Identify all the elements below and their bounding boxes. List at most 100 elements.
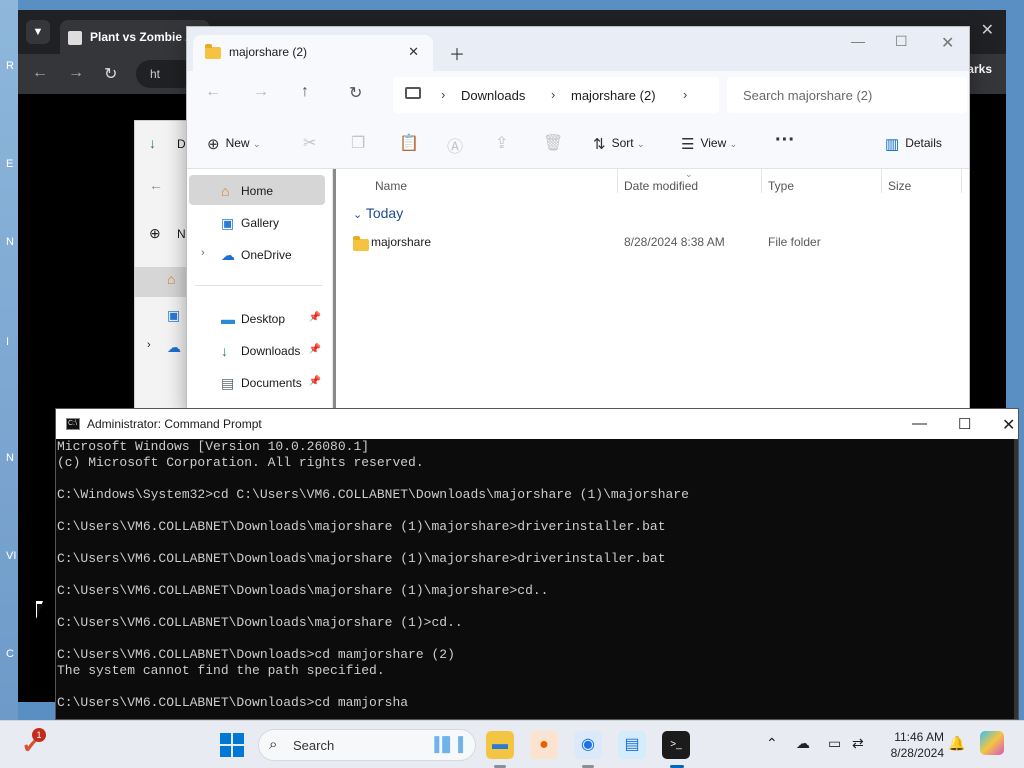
terminal-app-icon[interactable]: >_ [662,731,690,759]
chevron-right-icon[interactable]: › [201,247,205,259]
back-arrow-icon[interactable]: ← [32,64,48,82]
more-options-icon[interactable]: ··· [775,129,795,152]
copy-icon[interactable]: ❐ [351,133,365,153]
tab-label[interactable]: D [177,137,186,151]
chevron-right-icon[interactable]: › [147,339,151,351]
back-arrow-icon[interactable]: ← [205,83,221,101]
chevron-down-icon: ⌄ [353,209,363,221]
explorer-tab[interactable]: majorshare (2) ✕ [193,35,433,71]
sidebar-item-gallery[interactable]: ▣ Gallery [189,207,325,237]
desktop-icon-label[interactable]: I [6,336,9,348]
chevron-right-icon[interactable]: › [683,87,687,102]
desktop-icon-label[interactable]: VI [6,550,16,562]
search-icon: ⌕ [269,736,278,753]
search-input[interactable]: Search majorshare (2) [727,77,967,113]
rename-icon[interactable]: Ⓐ [447,133,463,157]
maximize-icon[interactable]: ☐ [958,415,971,433]
back-arrow-icon[interactable]: ← [149,177,163,193]
sidebar-item-label: OneDrive [241,248,292,262]
close-icon[interactable]: ✕ [1002,415,1015,435]
desktop-icon-label[interactable]: N [6,236,14,248]
desktop-icon: ▬ [221,311,235,327]
desktop-background [0,0,18,720]
console-line: (c) Microsoft Corporation. All rights re… [57,455,424,470]
add-icon: ⊕ [207,136,220,153]
firefox-app-icon[interactable]: ● [530,731,558,759]
tab-search-button[interactable]: ▼ [26,20,50,44]
minimize-icon[interactable]: — [851,33,865,49]
column-header-date[interactable]: Date modified [624,179,698,193]
column-divider[interactable] [961,169,962,193]
column-divider[interactable] [761,169,762,193]
clock[interactable]: 11:46 AM 8/28/2024 [880,729,944,761]
group-header[interactable]: ⌄ Today [353,205,403,221]
desktop-icon-label[interactable]: N [6,452,14,464]
browser-close-icon[interactable]: ✕ [981,20,994,40]
delete-icon[interactable]: 🗑 [543,133,563,153]
console-line: Microsoft Windows [Version 10.0.26080.1] [57,439,370,454]
maximize-icon[interactable]: ☐ [895,33,908,50]
column-header-name[interactable]: Name [375,179,407,193]
start-button[interactable] [220,733,244,757]
sidebar-item-desktop[interactable]: ▬ Desktop 📌 [189,303,325,333]
scrollbar[interactable] [1014,439,1018,719]
sidebar-item-onedrive[interactable]: › ☁ OneDrive [189,239,325,269]
sidebar-item-documents[interactable]: ▤ Documents 📌 [189,367,325,397]
up-arrow-icon[interactable]: ↑ [301,83,309,101]
paste-icon[interactable]: 📋 [399,133,419,153]
file-explorer-app-icon[interactable]: ▬ [486,731,514,759]
cloud-offline-icon[interactable]: ☁ [796,735,810,752]
desktop-icon-label[interactable]: E [6,158,13,170]
network-icon[interactable]: ⇄ [852,735,864,752]
sort-button[interactable]: ⇅ Sort ⌄ [593,135,644,153]
forward-arrow-icon[interactable]: → [68,64,84,82]
column-header-type[interactable]: Type [768,179,794,193]
sort-indicator-icon: ⌄ [685,169,693,179]
share-icon[interactable]: ⇪ [495,133,508,153]
taskbar-search-box[interactable]: ⌕ Search ▐▐▌▐ [258,729,476,761]
minimize-icon[interactable]: — [912,415,927,432]
scrollbar[interactable] [333,169,336,409]
desktop-icon-label[interactable]: R [6,60,14,72]
sidebar-item-downloads[interactable]: ↓ Downloads 📌 [189,335,325,365]
breadcrumb-majorshare[interactable]: majorshare (2) [571,88,656,103]
new-label[interactable]: N [177,227,186,241]
documents-icon: ▤ [221,375,235,391]
column-header-size[interactable]: Size [888,179,911,193]
chrome-app-icon[interactable]: ◉ [574,731,602,759]
view-button[interactable]: ☰ View ⌄ [681,135,737,153]
cut-icon[interactable]: ✂ [303,133,316,153]
notepad-app-icon[interactable]: ▤ [618,731,646,759]
home-icon: ⌂ [167,271,176,287]
refresh-icon[interactable]: ↻ [349,83,362,103]
chevron-right-icon[interactable]: › [441,87,445,102]
new-button[interactable]: ⊕ New ⌄ [207,135,260,153]
new-tab-icon[interactable]: ＋ [449,41,465,65]
breadcrumb-downloads[interactable]: Downloads [461,88,525,103]
address-bar[interactable]: › Downloads › majorshare (2) › [393,77,719,113]
clock-date: 8/28/2024 [890,746,944,760]
notification-bell-icon[interactable]: 🔔 [948,735,965,752]
details-button[interactable]: ▥ Details [885,135,942,153]
view-icon: ☰ [681,136,695,153]
desktop-icon-label[interactable]: C [6,648,14,660]
copilot-icon[interactable] [980,731,1004,755]
taskbar: ✔ 1 ⌕ Search ▐▐▌▐ ▬ ● ◉ ▤ >_ ⌃ ☁ ▭ ⇄ 11:… [0,720,1024,768]
forward-arrow-icon[interactable]: → [253,83,269,101]
sort-label: Sort [611,136,634,151]
chevron-right-icon[interactable]: › [551,87,555,102]
sidebar-item-label: Downloads [241,344,301,358]
bookmarks-label[interactable]: arks [967,62,992,76]
console-output[interactable]: Microsoft Windows [Version 10.0.26080.1]… [56,439,1018,719]
close-tab-icon[interactable]: ✕ [408,44,419,60]
sidebar-item-home[interactable]: ⌂ Home [189,175,325,205]
column-divider[interactable] [881,169,882,193]
close-icon[interactable]: ✕ [941,33,954,53]
display-icon[interactable]: ▭ [828,735,841,752]
windows-logo-icon [220,733,231,744]
chevron-up-icon[interactable]: ⌃ [766,735,778,752]
reload-icon[interactable]: ↻ [104,64,117,84]
column-divider[interactable] [617,169,618,193]
chevron-down-icon: ⌄ [636,139,645,150]
